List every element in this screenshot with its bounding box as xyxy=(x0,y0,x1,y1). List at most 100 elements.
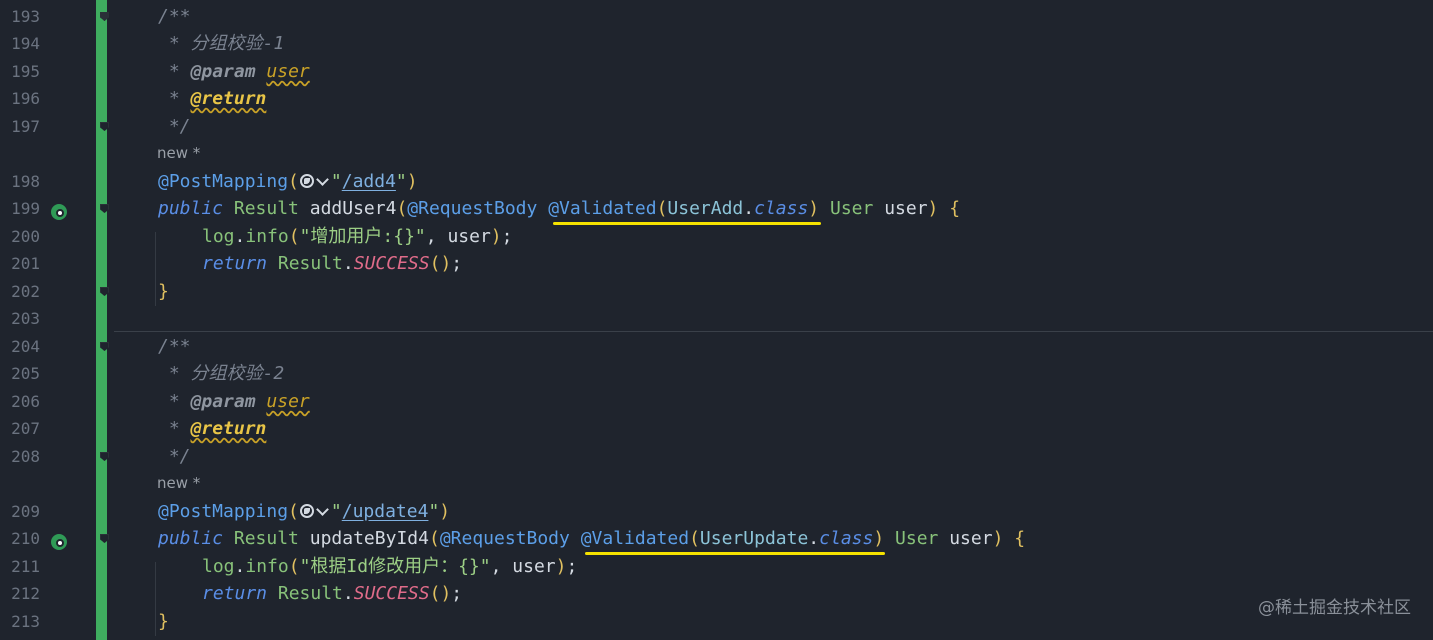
code-text[interactable]: public Result addUser4(@RequestBody @Val… xyxy=(158,195,960,223)
group-class-name: UserAdd xyxy=(667,198,744,219)
chevron-down-icon[interactable] xyxy=(316,503,329,516)
comment-text: * 分组校验-2 xyxy=(158,363,285,384)
comment-text: */ xyxy=(158,116,191,137)
code-line[interactable]: 203 xyxy=(0,305,1433,333)
type-name: Result xyxy=(233,528,299,549)
code-line[interactable]: 210 public Result updateById4(@RequestBo… xyxy=(0,525,1433,553)
string-quote: " xyxy=(395,171,407,192)
code-text[interactable]: public Result updateById4(@RequestBody @… xyxy=(158,525,1025,553)
line-number: 211 xyxy=(11,557,40,576)
globe-icon[interactable] xyxy=(299,504,314,518)
annotation: @PostMapping xyxy=(158,501,289,522)
comment-text: /** xyxy=(158,336,191,357)
code-line[interactable]: 200 log.info("增加用户:{}", user); xyxy=(0,223,1433,251)
string-literal: "增加用户:{}" xyxy=(299,226,426,247)
endpoint-url[interactable]: /update4 xyxy=(342,501,429,522)
method-name: updateById4 xyxy=(309,528,429,549)
method-name: addUser4 xyxy=(309,198,397,219)
line-number: 203 xyxy=(11,309,40,328)
javadoc-param-tag: @param xyxy=(190,61,256,82)
code-line[interactable]: 211 log.info("根据Id修改用户：{}", user); xyxy=(0,553,1433,581)
comment-text: * xyxy=(158,418,191,439)
line-number: 202 xyxy=(11,282,40,301)
code-text[interactable]: * @return xyxy=(158,415,267,443)
code-line[interactable]: 212 return Result.SUCCESS(); xyxy=(0,580,1433,608)
line-number: 201 xyxy=(11,254,40,273)
code-text[interactable]: } xyxy=(158,608,169,636)
code-line[interactable]: 206 * @param user xyxy=(0,388,1433,416)
semicolon: ; xyxy=(501,226,513,247)
code-text[interactable]: * 分组校验-2 xyxy=(158,360,284,388)
paren: ) xyxy=(992,528,1004,549)
code-line[interactable]: 205 * 分组校验-2 xyxy=(0,360,1433,388)
code-line[interactable]: 196 * @return xyxy=(0,85,1433,113)
static-method: SUCCESS xyxy=(353,253,430,274)
code-text[interactable]: log.info("根据Id修改用户：{}", user); xyxy=(202,553,577,581)
endpoint-url[interactable]: /add4 xyxy=(342,171,396,192)
annotation: @Validated xyxy=(580,528,690,549)
code-text[interactable]: * @return xyxy=(158,85,267,113)
code-text[interactable]: /** xyxy=(158,3,191,31)
code-text[interactable]: */ xyxy=(158,113,191,141)
dot: . xyxy=(743,198,755,219)
type-name: User xyxy=(895,528,939,549)
globe-icon[interactable] xyxy=(299,174,314,188)
code-text[interactable]: * @param user xyxy=(158,58,310,86)
annotation: @RequestBody xyxy=(407,198,538,219)
keyword: public xyxy=(158,528,224,549)
string-quote: " xyxy=(330,171,342,192)
brace: } xyxy=(158,611,169,632)
code-text[interactable]: return Result.SUCCESS(); xyxy=(202,250,462,278)
code-line[interactable]: 207 * @return xyxy=(0,415,1433,443)
code-line[interactable]: 209 @PostMapping("/update4") xyxy=(0,498,1433,526)
semicolon: ; xyxy=(451,253,463,274)
keyword: return xyxy=(202,253,268,274)
code-line[interactable]: 213 } xyxy=(0,608,1433,636)
code-line[interactable]: 198 @PostMapping("/add4") xyxy=(0,168,1433,196)
field-name: log xyxy=(202,556,235,577)
code-text[interactable]: * @param user xyxy=(158,388,310,416)
paren: ( xyxy=(428,528,440,549)
annotation: @Validated xyxy=(548,198,657,219)
endpoint-globe-run-icon[interactable] xyxy=(51,534,67,550)
code-line[interactable]: 199 public Result addUser4(@RequestBody … xyxy=(0,195,1433,223)
type-name: Result xyxy=(277,583,343,604)
static-method: SUCCESS xyxy=(353,583,430,604)
code-editor[interactable]: 193 /** 194 * 分组校验-1 195 * @param user 1… xyxy=(0,0,1433,640)
line-number: 199 xyxy=(11,199,40,218)
dot: . xyxy=(234,556,246,577)
code-line[interactable]: 195 * @param user xyxy=(0,58,1433,86)
code-line[interactable]: 201 return Result.SUCCESS(); xyxy=(0,250,1433,278)
chevron-down-icon[interactable] xyxy=(316,173,329,186)
paren: ( xyxy=(656,198,668,219)
keyword: class xyxy=(819,528,874,549)
line-number: 194 xyxy=(11,34,40,53)
line-number: 200 xyxy=(11,227,40,246)
line-number: 193 xyxy=(11,7,40,26)
author-inlay-hint[interactable]: new * xyxy=(157,140,200,168)
code-text[interactable]: @PostMapping("/add4") xyxy=(158,168,418,196)
paren: () xyxy=(429,253,452,274)
code-text[interactable]: * 分组校验-1 xyxy=(158,30,284,58)
code-text[interactable]: return Result.SUCCESS(); xyxy=(202,580,462,608)
code-text[interactable]: @PostMapping("/update4") xyxy=(158,498,450,526)
code-line[interactable]: 193 /** xyxy=(0,3,1433,31)
code-line[interactable]: 208 */ xyxy=(0,443,1433,471)
paren: ( xyxy=(689,528,700,549)
code-text[interactable]: } xyxy=(158,278,169,306)
code-text[interactable]: */ xyxy=(158,443,191,471)
javadoc-param-tag: @param xyxy=(190,391,256,412)
paren: ) xyxy=(406,171,418,192)
code-text[interactable]: /** xyxy=(158,333,191,361)
code-text[interactable]: log.info("增加用户:{}", user); xyxy=(202,223,512,251)
comment-text: /** xyxy=(158,6,191,27)
comment-text: * xyxy=(158,391,191,412)
code-line[interactable]: 202 } xyxy=(0,278,1433,306)
type-name: User xyxy=(829,198,874,219)
code-line[interactable]: 204 /** xyxy=(0,333,1433,361)
paren: ) xyxy=(490,226,502,247)
endpoint-globe-run-icon[interactable] xyxy=(51,204,67,220)
code-line[interactable]: 197 */ xyxy=(0,113,1433,141)
author-inlay-hint[interactable]: new * xyxy=(157,470,200,498)
code-line[interactable]: 194 * 分组校验-1 xyxy=(0,30,1433,58)
